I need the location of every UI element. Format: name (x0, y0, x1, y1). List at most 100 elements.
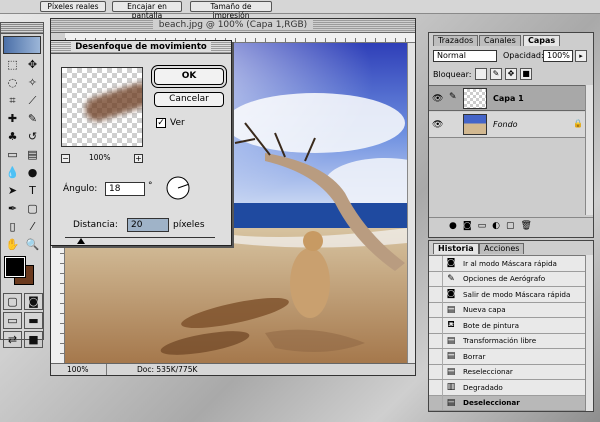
document-status-bar: 100% Doc: 535K/775K (51, 363, 415, 375)
history-item[interactable]: ◙ Ir al modo Máscara rápida (429, 256, 585, 272)
opacity-arrow-icon[interactable]: ▸ (575, 50, 587, 62)
angle-dial[interactable] (165, 175, 191, 201)
blur-tool-icon[interactable]: 💧 (3, 164, 22, 181)
history-scrollbar[interactable] (585, 255, 593, 411)
history-item[interactable]: ◙ Salir de modo Máscara rápida (429, 286, 585, 303)
healing-tool-icon[interactable]: ✚ (3, 110, 22, 127)
distance-input[interactable]: 20 (127, 218, 169, 232)
layer-name: Capa 1 (493, 94, 524, 103)
reselect-icon: ▤ (446, 366, 456, 377)
tab-channels[interactable]: Canales (479, 35, 521, 46)
lock-transparency-icon[interactable] (475, 68, 487, 80)
zoom-readout[interactable]: 100% (67, 364, 107, 375)
magic-wand-tool-icon[interactable]: ✧ (23, 74, 42, 91)
layer-row-capa-1[interactable]: 👁 ✎ Capa 1 (429, 85, 585, 111)
history-item[interactable]: ▤ Transformación libre (429, 333, 585, 349)
erase-icon: ▤ (446, 351, 456, 362)
history-item[interactable]: ▤ Borrar (429, 348, 585, 365)
zoom-in-button[interactable]: + (134, 154, 143, 163)
slice-tool-icon[interactable]: ⟋ (23, 92, 42, 109)
airbrush-icon: ✎ (447, 273, 455, 284)
lock-move-icon[interactable]: ✥ (505, 68, 517, 80)
tab-history[interactable]: Historia (433, 243, 479, 254)
dialog-title: Desenfoque de movimiento (71, 42, 211, 52)
layer-visibility-eye-icon[interactable]: 👁 (432, 94, 443, 104)
history-brush-icon[interactable]: ↺ (23, 128, 42, 145)
adobe-logo-icon[interactable] (3, 36, 41, 54)
tab-actions[interactable]: Acciones (479, 243, 525, 254)
zoom-tool-icon[interactable]: 🔍 (23, 236, 42, 253)
print-size-button[interactable]: Tamaño de impresión (190, 1, 272, 20)
quick-mask-icon[interactable]: ◙ (24, 293, 43, 310)
marquee-tool-icon[interactable]: ⬚ (3, 56, 22, 73)
type-tool-icon[interactable]: T (23, 182, 42, 199)
layer-row-fondo[interactable]: 👁 Fondo 🔒 (429, 112, 585, 138)
crop-tool-icon[interactable]: ⌗ (3, 92, 22, 109)
blend-mode-select[interactable]: Normal (433, 50, 497, 62)
adjustment-layer-icon[interactable]: ◐ (492, 221, 500, 237)
history-palette: Historia Acciones ◙ Ir al modo Máscara rá… (428, 240, 594, 412)
cancel-button[interactable]: Cancelar (154, 92, 224, 107)
lock-paint-icon[interactable]: ✎ (490, 68, 502, 80)
foreground-color-swatch[interactable] (4, 256, 26, 278)
opacity-field[interactable]: 100% (543, 50, 573, 62)
gradient-icon: ▥ (446, 382, 456, 393)
brush-tool-icon[interactable]: ✎ (23, 110, 42, 127)
doc-size-readout[interactable]: Doc: 535K/775K (137, 364, 197, 375)
layer-mask-icon[interactable]: ◙ (463, 221, 472, 237)
actual-pixels-button[interactable]: Píxeles reales (40, 1, 106, 12)
dialog-titlebar[interactable]: Desenfoque de movimiento (51, 41, 231, 54)
new-set-icon[interactable]: ▭ (478, 221, 487, 237)
hand-tool-icon[interactable]: ✋ (3, 236, 22, 253)
pen-tool-icon[interactable]: ✒ (3, 200, 22, 217)
zoom-out-button[interactable]: − (61, 154, 70, 163)
document-title: beach.jpg @ 100% (Capa 1,RGB) (152, 20, 314, 30)
trash-icon[interactable]: 🗑 (520, 221, 531, 237)
vertical-scrollbar[interactable] (407, 43, 415, 363)
lock-all-icon[interactable]: ■ (520, 68, 532, 80)
eraser-tool-icon[interactable]: ▭ (3, 146, 22, 163)
history-item[interactable]: ▤ Nueva capa (429, 302, 585, 318)
distance-label: Distancia: (73, 220, 118, 230)
distance-slider-track[interactable] (65, 237, 215, 238)
angle-input[interactable]: 18 (105, 182, 145, 196)
fit-on-screen-button[interactable]: Encajar en pantalla (112, 1, 182, 20)
move-tool-icon[interactable]: ✥ (23, 56, 42, 73)
dodge-tool-icon[interactable]: ● (23, 164, 42, 181)
screen-mode-full-icon[interactable]: ▬ (24, 312, 43, 329)
layer-visibility-eye-icon[interactable]: 👁 (432, 120, 443, 130)
history-item[interactable]: ▤ Reseleccionar (429, 364, 585, 380)
screen-mode-max-icon[interactable]: ■ (24, 331, 43, 348)
eyedropper-tool-icon[interactable]: ⁄ (23, 218, 42, 235)
new-layer-icon[interactable]: ▢ (506, 221, 515, 237)
layers-palette: Trazados Canales Capas Normal Opacidad: … (428, 32, 594, 238)
document-titlebar[interactable]: beach.jpg @ 100% (Capa 1,RGB) (51, 19, 415, 33)
gradient-tool-icon[interactable]: ▤ (23, 146, 42, 163)
tab-paths[interactable]: Trazados (433, 35, 479, 46)
history-item-selected[interactable]: ▤ Deseleccionar (429, 395, 585, 411)
standard-mode-icon[interactable]: ▢ (3, 293, 22, 310)
notes-tool-icon[interactable]: ▯ (3, 218, 22, 235)
lasso-tool-icon[interactable]: ◌ (3, 74, 22, 91)
layer-lock-icon: 🔒 (573, 119, 583, 128)
shape-tool-icon[interactable]: ▢ (23, 200, 42, 217)
distance-slider-thumb[interactable] (77, 238, 85, 244)
deselect-icon: ▤ (446, 397, 456, 408)
layer-brush-icon: ✎ (449, 92, 457, 102)
preview-zoom-label: 100% (89, 153, 111, 162)
history-item[interactable]: ✎ Opciones de Aerógrafo (429, 271, 585, 287)
layer-thumbnail (463, 88, 487, 109)
layers-scrollbar[interactable] (585, 85, 593, 215)
transform-icon: ▤ (446, 335, 456, 346)
tab-layers[interactable]: Capas (523, 35, 561, 46)
jump-to-imageready-icon[interactable]: ⇄ (3, 331, 22, 348)
preview-checkbox[interactable]: ✓ (156, 118, 166, 128)
path-select-tool-icon[interactable]: ➤ (3, 182, 22, 199)
history-item[interactable]: ⛾ Bote de pintura (429, 317, 585, 334)
preview-window[interactable] (61, 67, 143, 147)
screen-mode-standard-icon[interactable]: ▭ (3, 312, 22, 329)
history-item[interactable]: ▥ Degradado (429, 379, 585, 396)
layer-style-icon[interactable]: ● (449, 221, 457, 237)
ok-button[interactable]: OK (154, 68, 224, 85)
stamp-tool-icon[interactable]: ♣ (3, 128, 22, 145)
